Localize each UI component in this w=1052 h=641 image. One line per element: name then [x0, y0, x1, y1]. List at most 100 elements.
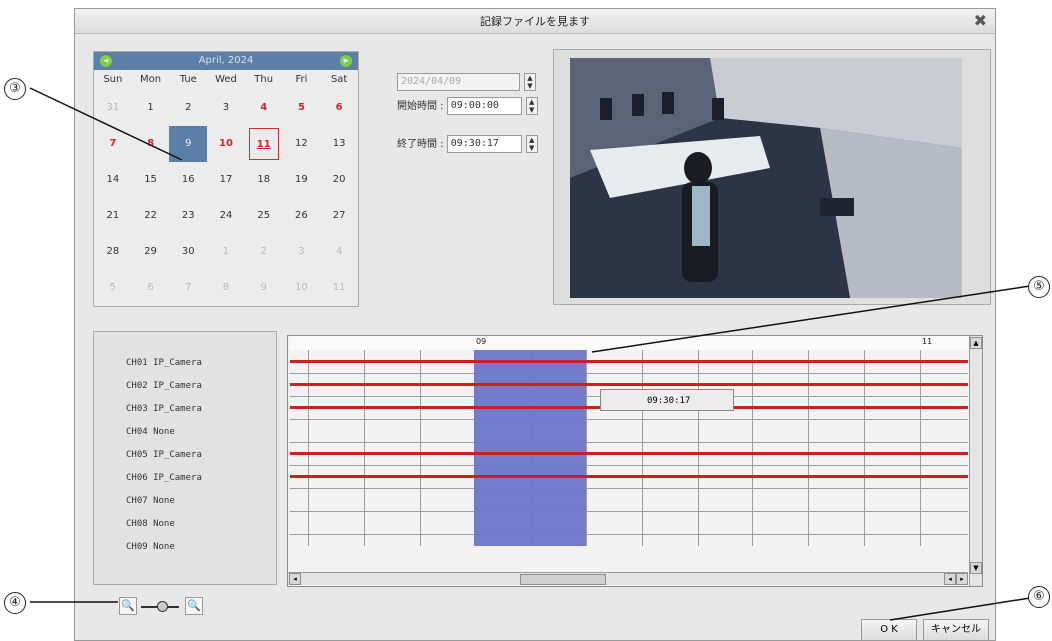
calendar-day[interactable]: 12 — [283, 126, 321, 162]
video-frame — [570, 58, 962, 298]
calendar-day[interactable]: 21 — [94, 198, 132, 234]
calendar-day[interactable]: 27 — [320, 198, 358, 234]
calendar-day[interactable]: 7 — [169, 270, 207, 306]
scroll-right-icon[interactable]: ▸ — [956, 573, 968, 585]
calendar-day[interactable]: 15 — [132, 162, 170, 198]
calendar-day[interactable]: 2 — [169, 90, 207, 126]
calendar-day[interactable]: 31 — [94, 90, 132, 126]
cancel-button[interactable]: キャンセル — [923, 619, 989, 641]
calendar-day[interactable]: 14 — [94, 162, 132, 198]
channel-item[interactable]: CH07 None — [126, 496, 175, 506]
channel-item[interactable]: CH05 IP_Camera — [126, 450, 202, 460]
calendar-day[interactable]: 8 — [132, 126, 170, 162]
recording-bar — [290, 452, 968, 455]
calendar-day[interactable]: 13 — [320, 126, 358, 162]
calendar-day[interactable]: 7 — [94, 126, 132, 162]
calendar-day[interactable]: 18 — [245, 162, 283, 198]
scroll-down-icon[interactable]: ▼ — [970, 562, 982, 574]
calendar-day[interactable]: 4 — [320, 234, 358, 270]
calendar-day[interactable]: 6 — [320, 90, 358, 126]
callout-4: ④ — [4, 592, 26, 614]
channel-list: CH01 IP_Camera CH02 IP_Camera CH03 IP_Came… — [93, 331, 277, 585]
timeline-row-divider — [290, 511, 968, 512]
weekday-label: Wed — [215, 74, 237, 85]
playback-window: 記録ファイルを見ます ✖ ◂ April, 2024 ▸ Sun Mon Tue We… — [74, 8, 996, 641]
calendar-day[interactable]: 24 — [207, 198, 245, 234]
calendar-days: 31 1 2 3 4 5 6 7 8 9 10 11 12 13 14 15 16 17 18 19 20 21 22 23 2… — [94, 90, 358, 306]
calendar-day[interactable]: 4 — [245, 90, 283, 126]
end-time-spinner[interactable]: ▲ ▼ — [525, 135, 538, 153]
calendar-day[interactable]: 30 — [169, 234, 207, 270]
calendar-day[interactable]: 11 — [320, 270, 358, 306]
calendar-day[interactable]: 10 — [283, 270, 321, 306]
calendar-day[interactable]: 6 — [132, 270, 170, 306]
start-time-row: 開始時間 : 09:00:00 ▲ ▼ — [397, 97, 538, 115]
calendar-day[interactable]: 2 — [245, 234, 283, 270]
timeline-row-divider — [290, 442, 968, 443]
calendar-day[interactable]: 29 — [132, 234, 170, 270]
scroll-left-end-icon[interactable]: ◂ — [944, 573, 956, 585]
start-time-field[interactable]: 09:00:00 — [446, 97, 522, 115]
timeline-gridline — [308, 350, 309, 546]
ok-button[interactable]: O K — [861, 619, 917, 641]
channel-item[interactable]: CH09 None — [126, 542, 175, 552]
vertical-scrollbar[interactable]: ▲ ▼ — [969, 336, 982, 586]
calendar-day[interactable]: 25 — [245, 198, 283, 234]
title-bar: 記録ファイルを見ます ✖ — [75, 9, 995, 34]
channel-item[interactable]: CH06 IP_Camera — [126, 473, 202, 483]
calendar-day[interactable]: 5 — [94, 270, 132, 306]
calendar-day[interactable]: 9 — [245, 270, 283, 306]
channel-item[interactable]: CH02 IP_Camera — [126, 381, 202, 391]
calendar-day[interactable]: 28 — [94, 234, 132, 270]
channel-item[interactable]: CH01 IP_Camera — [126, 358, 202, 368]
calendar-day[interactable]: 1 — [207, 234, 245, 270]
calendar-day[interactable]: 17 — [207, 162, 245, 198]
close-icon[interactable]: ✖ — [974, 11, 987, 30]
timeline-row-divider — [290, 419, 968, 420]
timeline-row-divider — [290, 465, 968, 466]
ruler-label-11: 11 — [922, 337, 933, 346]
zoom-out-icon[interactable]: 🔍 — [119, 597, 137, 615]
scroll-left-icon[interactable]: ◂ — [289, 573, 301, 585]
calendar-header: ◂ April, 2024 ▸ — [94, 52, 358, 70]
calendar-day[interactable]: 1 — [132, 90, 170, 126]
calendar-day[interactable]: 22 — [132, 198, 170, 234]
start-time-spinner[interactable]: ▲ ▼ — [525, 97, 538, 115]
calendar-day[interactable]: 23 — [169, 198, 207, 234]
calendar-day[interactable]: 16 — [169, 162, 207, 198]
calendar-day[interactable]: 3 — [283, 234, 321, 270]
timeline-gridline — [920, 350, 921, 546]
channel-item[interactable]: CH08 None — [126, 519, 175, 529]
scroll-up-icon[interactable]: ▲ — [970, 337, 982, 349]
timeline: 09 11 09:30:17 ▲ ▼ ◂ ◂ ▸ — [287, 335, 983, 587]
channel-item[interactable]: CH04 None — [126, 427, 175, 437]
end-time-field[interactable]: 09:30:17 — [446, 135, 522, 153]
horizontal-scrollbar[interactable]: ◂ ◂ ▸ — [288, 572, 968, 585]
selected-time-range[interactable] — [474, 350, 586, 546]
weekday-label: Fri — [295, 74, 308, 85]
calendar-day[interactable]: 11 — [248, 128, 279, 160]
start-time-label: 開始時間 — [397, 101, 437, 112]
callout-6: ⑥ — [1028, 586, 1050, 608]
recording-bar — [290, 383, 968, 386]
calendar-day[interactable]: 3 — [207, 90, 245, 126]
calendar: ◂ April, 2024 ▸ Sun Mon Tue Wed Thu Fri Sat 31… — [93, 51, 359, 307]
weekday-label: Tue — [179, 74, 197, 85]
calendar-day[interactable]: 20 — [320, 162, 358, 198]
weekday-label: Thu — [254, 74, 274, 85]
callout-5: ⑤ — [1028, 276, 1050, 298]
calendar-day[interactable]: 19 — [283, 162, 321, 198]
channel-item[interactable]: CH03 IP_Camera — [126, 404, 202, 414]
calendar-day[interactable]: 9 — [169, 126, 208, 162]
zoom-in-icon[interactable]: 🔍 — [185, 597, 203, 615]
timeline-grid[interactable]: 09:30:17 — [290, 350, 968, 546]
calendar-day[interactable]: 10 — [207, 126, 245, 162]
calendar-day[interactable]: 5 — [283, 90, 321, 126]
scroll-thumb[interactable] — [520, 574, 606, 585]
zoom-knob[interactable] — [157, 601, 168, 612]
next-month-icon[interactable]: ▸ — [340, 55, 352, 67]
calendar-month-label: April, 2024 — [198, 55, 254, 66]
timeline-gridline — [364, 350, 365, 546]
calendar-day[interactable]: 26 — [283, 198, 321, 234]
calendar-day[interactable]: 8 — [207, 270, 245, 306]
